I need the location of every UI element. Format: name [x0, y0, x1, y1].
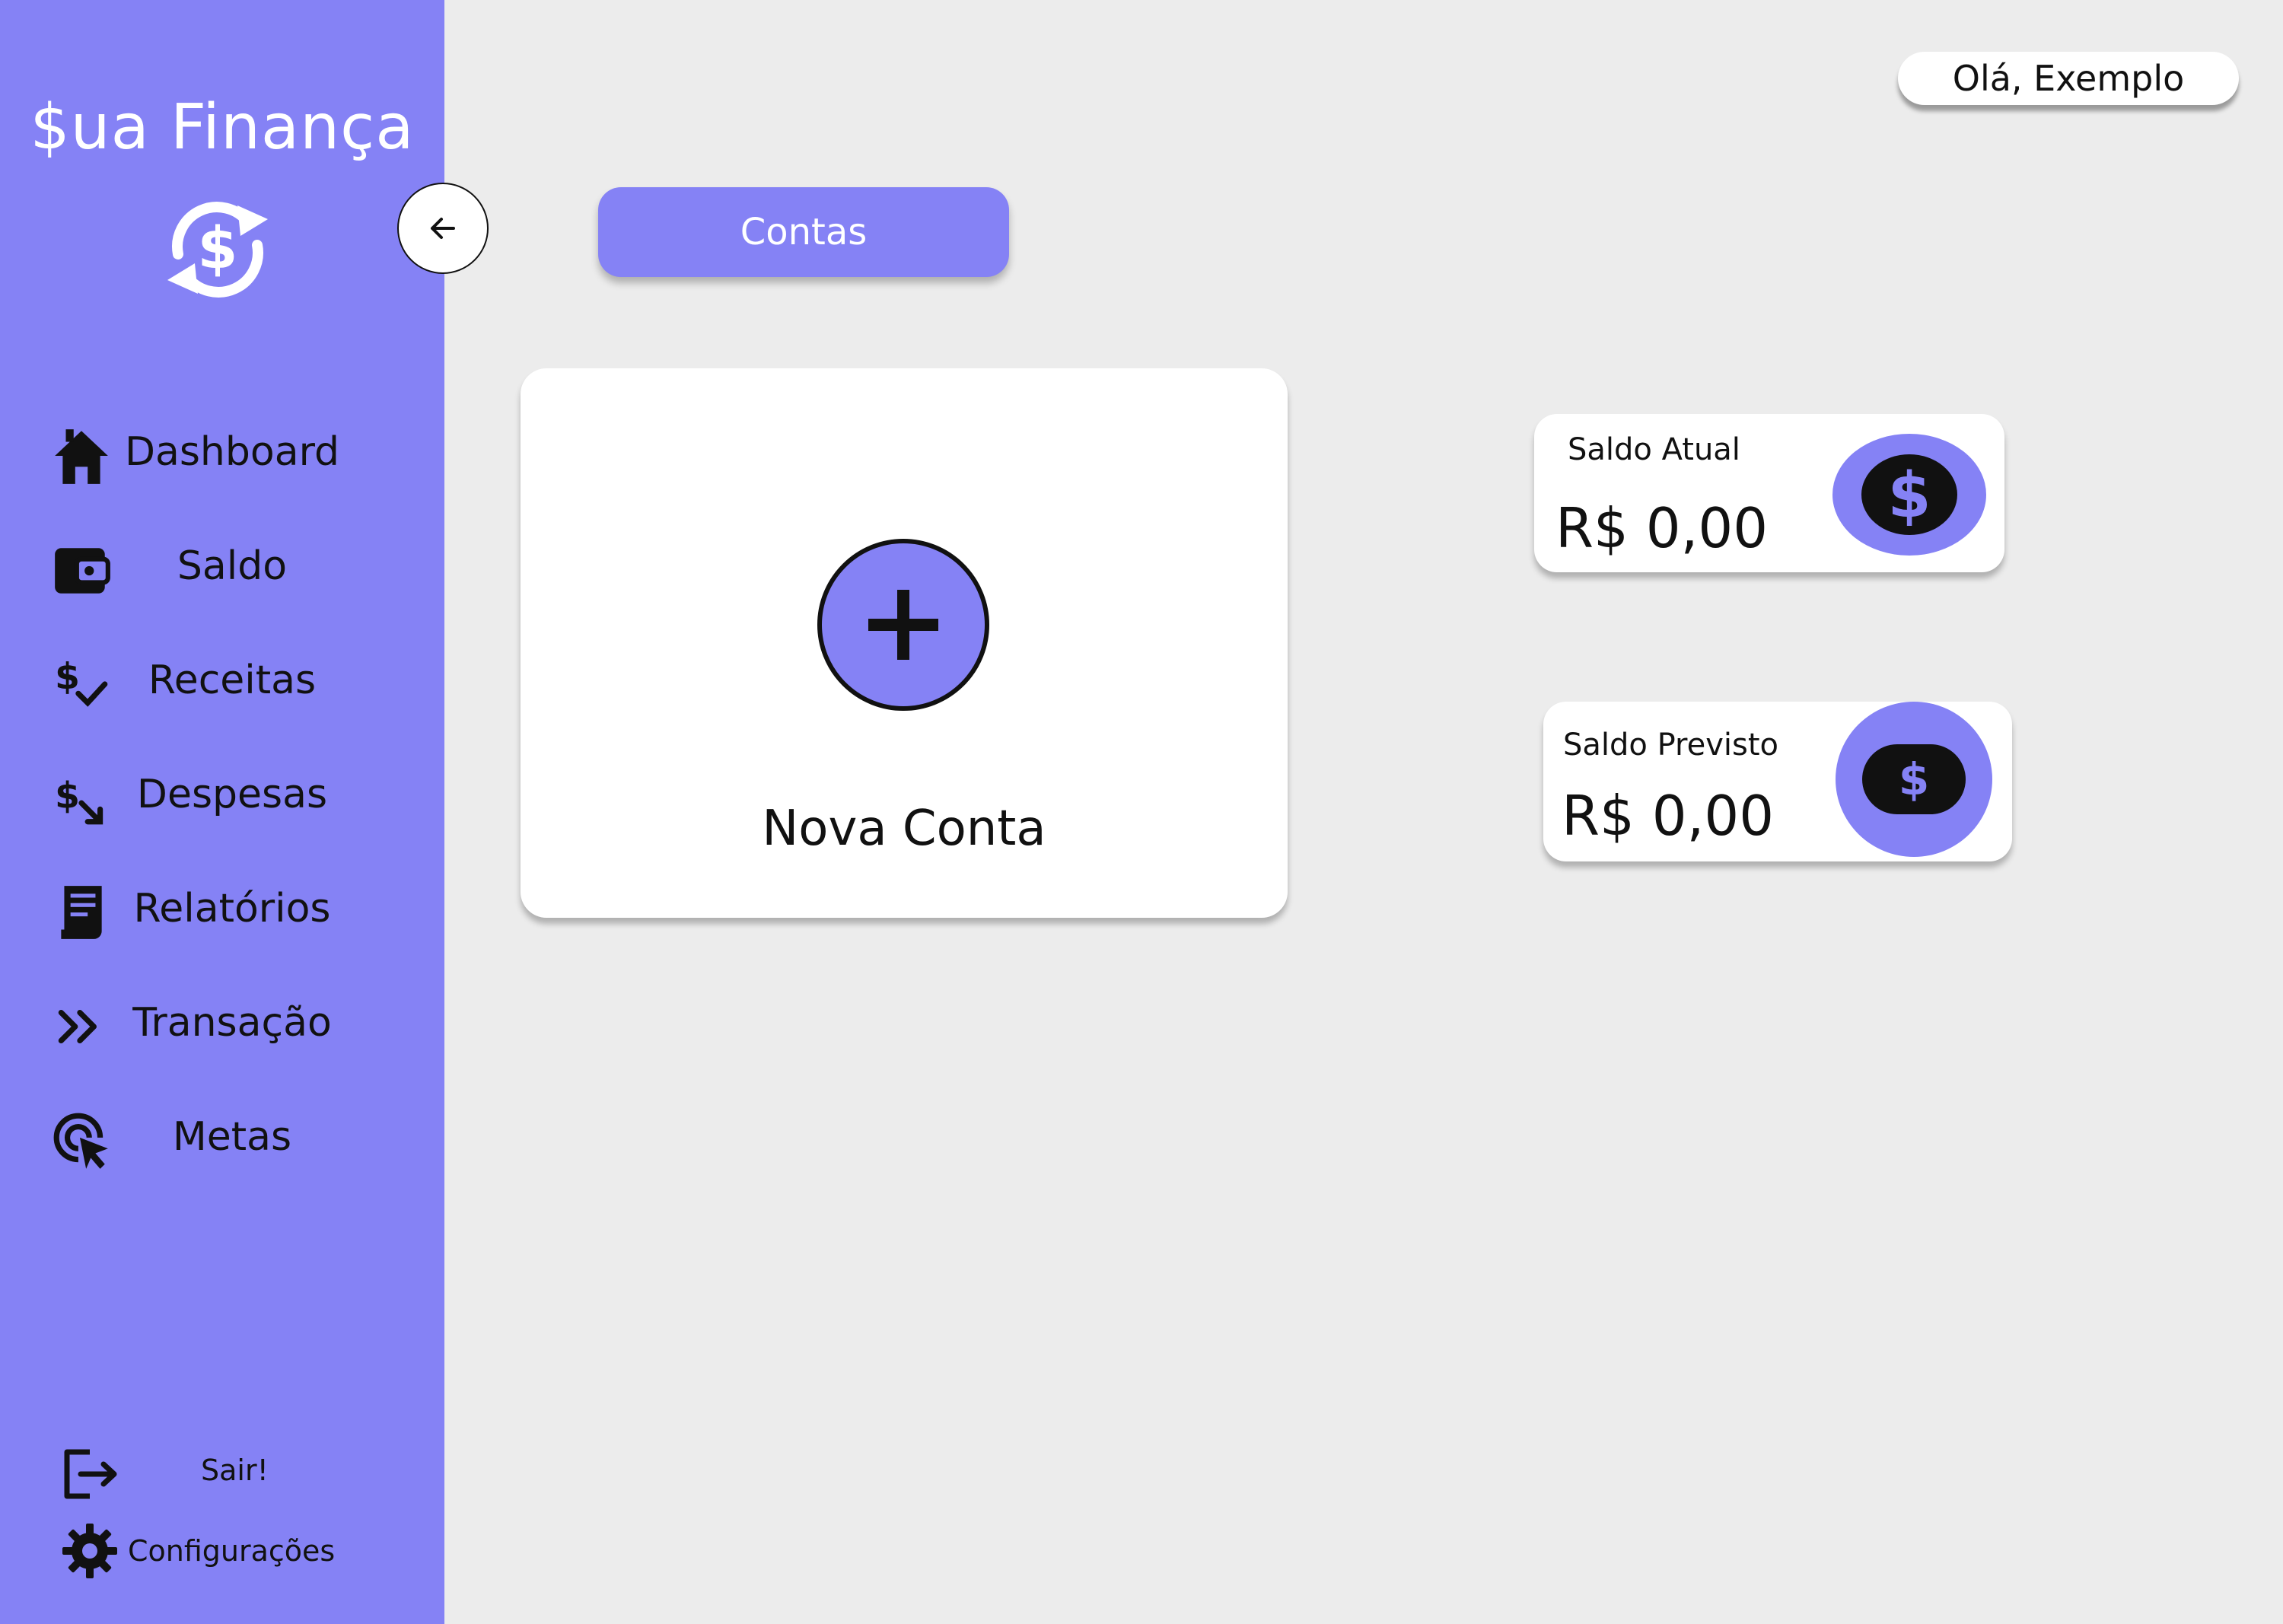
- balance-value: R$ 0,00: [1562, 784, 1775, 848]
- currency-exchange-icon: $: [167, 202, 268, 298]
- sidebar-item-saldo[interactable]: Saldo: [0, 522, 444, 606]
- logout-icon: [64, 1449, 117, 1499]
- forecast-balance-card: Saldo Previsto R$ 0,00 $: [1543, 702, 2012, 861]
- new-account-label: Nova Conta: [762, 801, 1046, 857]
- dollar-arrow-down-icon: $: [55, 775, 103, 825]
- sidebar-item-receitas[interactable]: $ Receitas: [0, 636, 444, 720]
- svg-text:$: $: [55, 656, 80, 698]
- sidebar-item-relatorios[interactable]: Relatórios: [0, 865, 444, 948]
- arrow-left-icon: [431, 218, 455, 239]
- dollar-bill-icon: $: [1862, 744, 1966, 814]
- balance-title: Saldo Previsto: [1563, 728, 1778, 763]
- dollar-check-icon: $: [55, 656, 108, 707]
- new-account-card[interactable]: Nova Conta: [521, 368, 1288, 918]
- brand-title: $ua Finança: [30, 91, 415, 164]
- sidebar-item-label: Receitas: [148, 658, 317, 703]
- sidebar-item-despesas[interactable]: $ Despesas: [0, 750, 444, 834]
- user-greeting[interactable]: Olá, Exemplo: [1898, 52, 2239, 105]
- sidebar-item-dashboard[interactable]: Dashboard: [0, 408, 444, 492]
- svg-text:$: $: [55, 775, 80, 817]
- sidebar-item-label: Transação: [132, 1000, 332, 1046]
- target-cursor-icon: [53, 1113, 108, 1169]
- settings-label: Configurações: [128, 1534, 336, 1568]
- balance-title: Saldo Atual: [1568, 432, 1740, 467]
- current-balance-card: Saldo Atual R$ 0,00 $: [1534, 414, 2004, 572]
- sidebar-item-metas[interactable]: Metas: [0, 1093, 444, 1177]
- sidebar-item-label: Dashboard: [124, 429, 340, 475]
- sidebar: $ua Finança $ Dashboard Saldo $ Receitas…: [0, 0, 444, 1624]
- balance-value: R$ 0,00: [1555, 496, 1769, 560]
- add-account-button[interactable]: [817, 539, 989, 711]
- collapse-sidebar-button[interactable]: [397, 183, 489, 274]
- sidebar-item-transacao[interactable]: Transação: [0, 979, 444, 1062]
- sidebar-item-label: Metas: [172, 1114, 292, 1160]
- sidebar-item-label: Despesas: [136, 772, 328, 817]
- settings-button[interactable]: Configurações: [0, 1516, 444, 1584]
- sidebar-item-label: Relatórios: [133, 886, 331, 931]
- wallet-icon: [55, 548, 110, 594]
- logout-button[interactable]: Sair!: [0, 1437, 444, 1505]
- logout-label: Sair!: [201, 1454, 269, 1487]
- double-chevron-right-icon: [58, 1009, 97, 1044]
- svg-text:$: $: [1899, 753, 1929, 805]
- receipt-icon: [61, 886, 102, 939]
- balance-badge: $: [1832, 434, 1986, 556]
- tab-contas[interactable]: Contas: [598, 187, 1009, 277]
- dollar-coin-icon: $: [1861, 454, 1957, 535]
- svg-text:$: $: [198, 214, 238, 282]
- sidebar-item-label: Saldo: [177, 543, 288, 589]
- balance-badge: $: [1836, 702, 1992, 857]
- gear-icon: [62, 1524, 117, 1578]
- plus-icon: [868, 590, 938, 660]
- svg-text:$: $: [1887, 460, 1931, 532]
- home-icon: [55, 429, 108, 484]
